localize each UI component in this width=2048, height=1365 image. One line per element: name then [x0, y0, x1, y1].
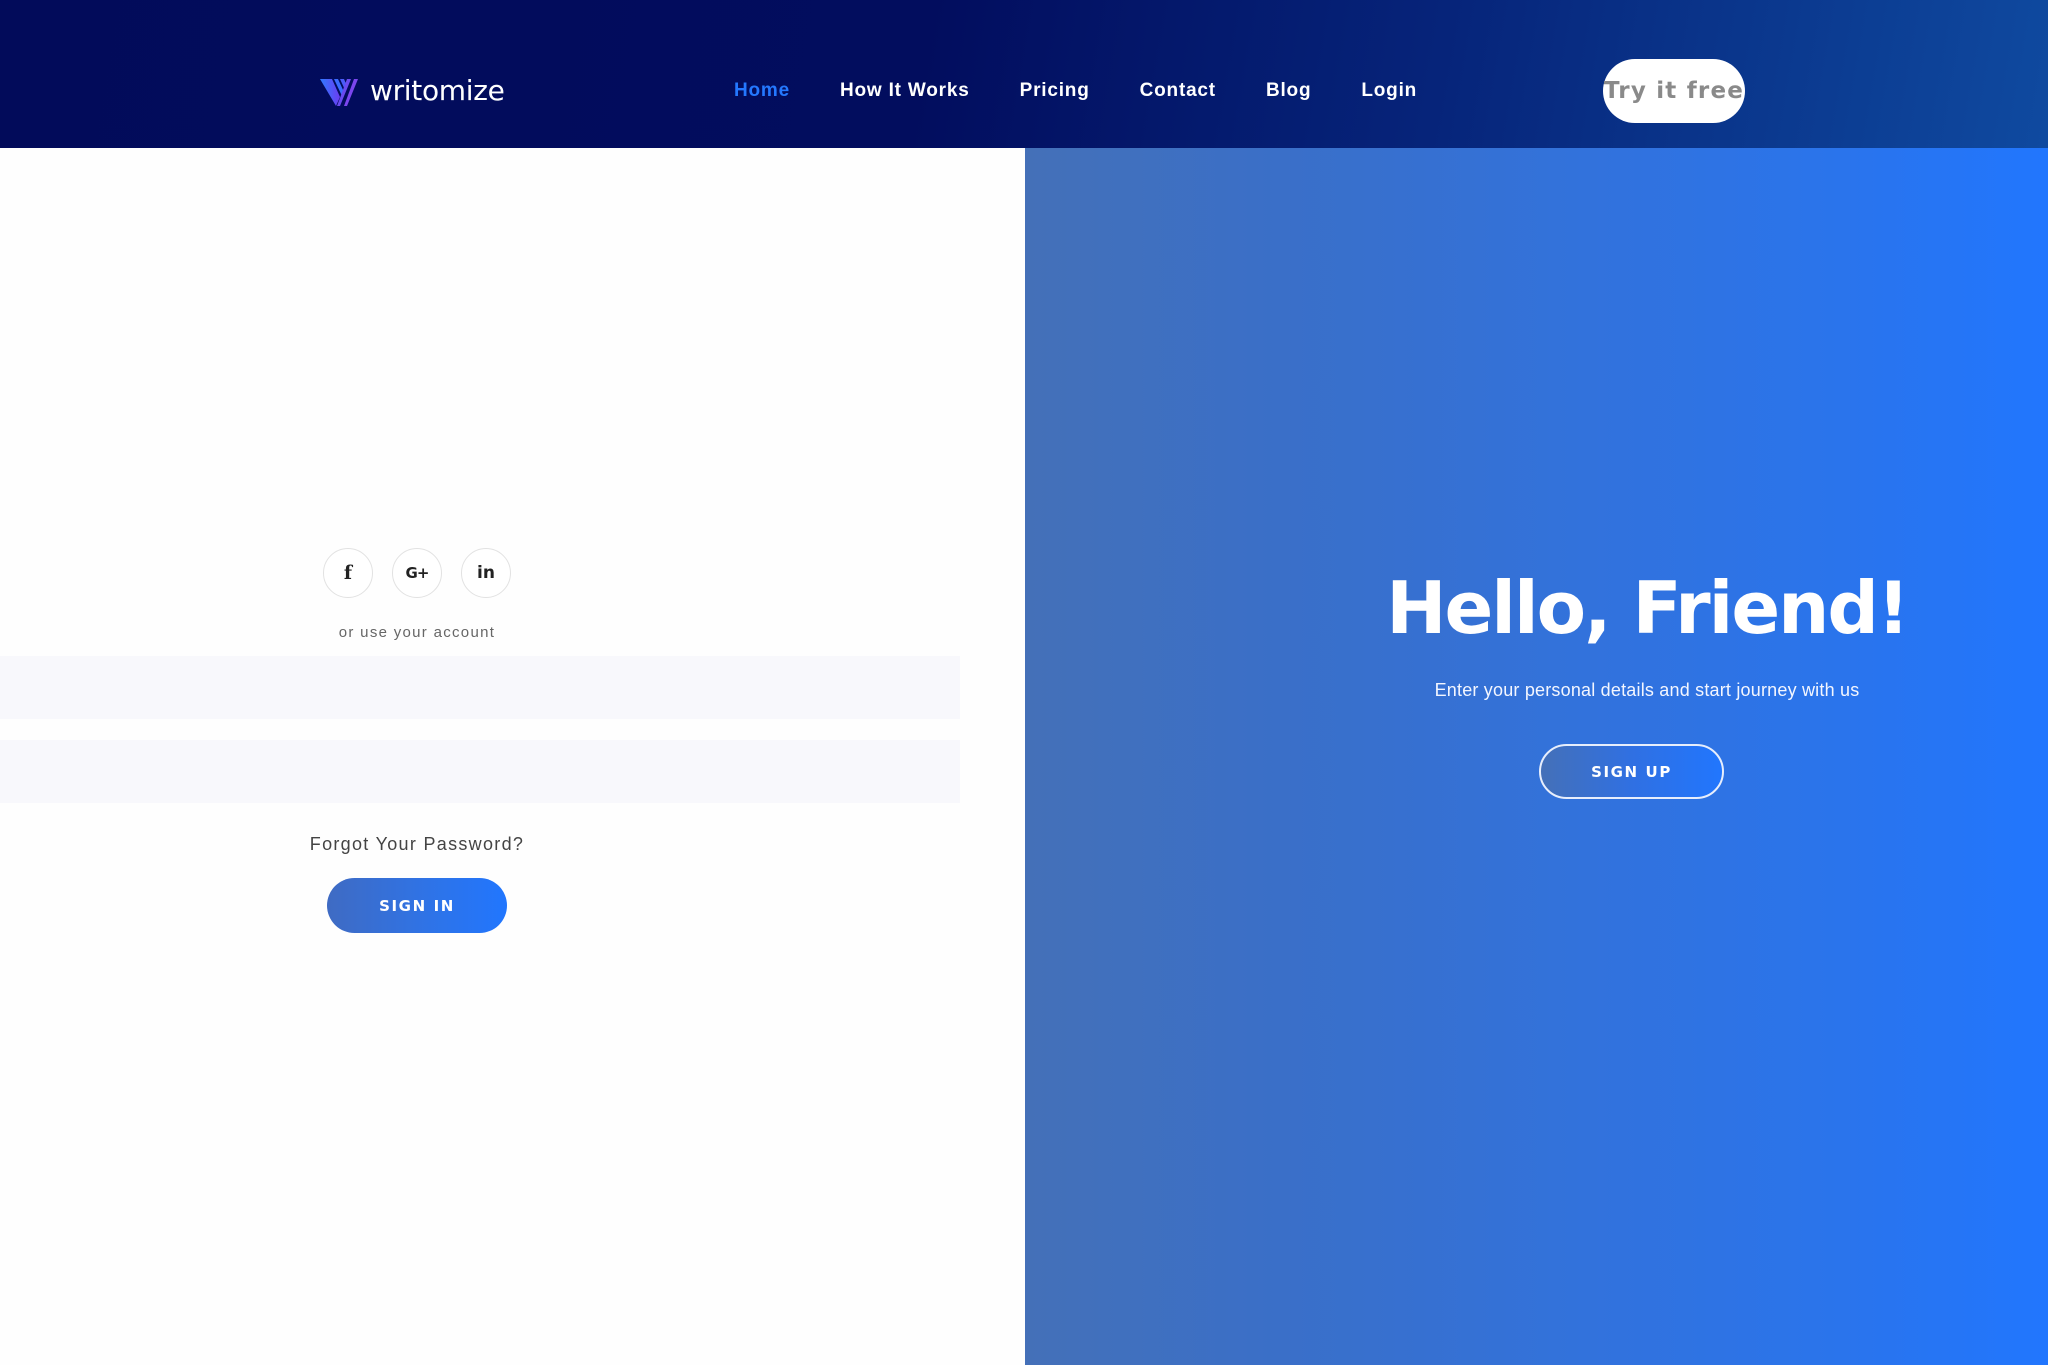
forgot-password-link[interactable]: Forgot Your Password?: [0, 834, 834, 855]
password-field[interactable]: [0, 740, 960, 803]
nav-contact[interactable]: Contact: [1140, 80, 1216, 102]
facebook-login-button[interactable]: f: [323, 548, 373, 598]
nav-how-it-works[interactable]: How It Works: [840, 80, 970, 102]
brand-name: writomize: [370, 74, 505, 107]
sign-in-panel: f G+ in or use your account Forgot Your …: [0, 148, 1025, 1365]
sign-in-button[interactable]: SIGN IN: [327, 878, 507, 933]
try-it-free-button[interactable]: Try it free: [1603, 59, 1745, 123]
site-header: writomize Home How It Works Pricing Cont…: [0, 0, 2048, 148]
use-account-hint: or use your account: [338, 624, 496, 641]
main-nav: Home How It Works Pricing Contact Blog L…: [734, 78, 1467, 104]
linkedin-login-button[interactable]: in: [461, 548, 511, 598]
nav-blog[interactable]: Blog: [1266, 80, 1311, 102]
google-plus-login-button[interactable]: G+: [392, 548, 442, 598]
linkedin-icon: in: [477, 563, 495, 583]
sign-up-button[interactable]: SIGN UP: [1539, 744, 1724, 799]
social-login-row: f G+ in: [323, 548, 511, 598]
email-field[interactable]: [0, 656, 960, 719]
brand-logo[interactable]: writomize: [320, 72, 505, 110]
facebook-icon: f: [343, 562, 353, 584]
overlay-title: Hello, Friend!: [1386, 566, 1910, 650]
google-plus-icon: G+: [405, 564, 430, 582]
nav-pricing[interactable]: Pricing: [1020, 80, 1090, 102]
sign-up-overlay-panel: Hello, Friend! Enter your personal detai…: [1025, 148, 2048, 1365]
nav-home[interactable]: Home: [734, 80, 790, 102]
logo-w-icon: [320, 79, 358, 106]
overlay-subtitle: Enter your personal details and start jo…: [1434, 680, 1860, 700]
nav-login[interactable]: Login: [1361, 80, 1417, 102]
